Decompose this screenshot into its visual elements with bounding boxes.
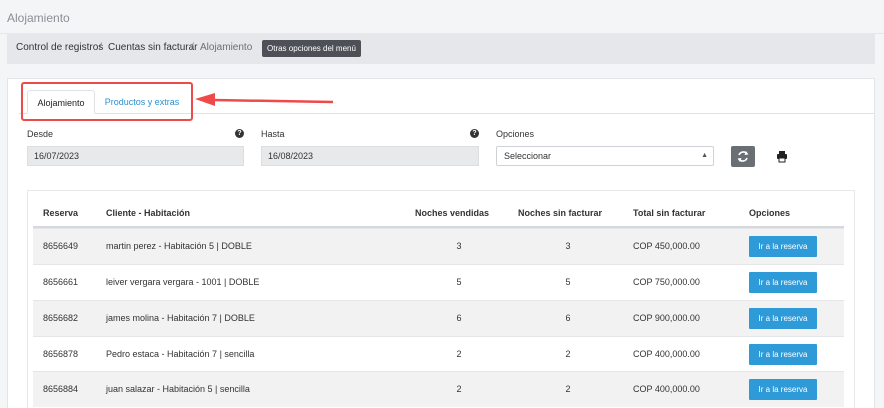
breadcrumb-item-control-registros[interactable]: Control de registros: [16, 42, 103, 53]
page-title: Alojamiento: [7, 11, 70, 25]
cell-noches-vendidas: 2: [456, 349, 462, 359]
go-to-reservation-button[interactable]: Ir a la reserva: [749, 308, 817, 329]
cell-reserva: 8656878: [43, 349, 79, 359]
desde-date-input[interactable]: 16/07/2023: [27, 146, 244, 166]
table-row: 8656649 martin perez - Habitación 5 | DO…: [33, 228, 844, 264]
go-to-reservation-button[interactable]: Ir a la reserva: [749, 379, 817, 400]
cell-cliente: martin perez - Habitación 5 | DOBLE: [106, 241, 252, 251]
refresh-icon: [737, 151, 749, 162]
help-icon[interactable]: ?: [235, 129, 244, 138]
cell-noches-vendidas: 5: [456, 277, 462, 287]
cell-total: COP 400,000.00: [633, 349, 700, 359]
cell-noches-sin-facturar: 2: [565, 349, 571, 359]
cell-reserva: 8656649: [43, 241, 79, 251]
top-bar: Alojamiento: [0, 0, 884, 34]
hasta-label: Hasta: [261, 129, 285, 139]
breadcrumb-item-alojamiento: Alojamiento: [200, 42, 253, 53]
table-row: 8656884 juan salazar - Habitación 5 | se…: [33, 371, 844, 407]
cell-cliente: Pedro estaca - Habitación 7 | sencilla: [106, 349, 255, 359]
help-icon[interactable]: ?: [470, 129, 479, 138]
breadcrumb-separator: /: [99, 42, 102, 53]
table-row: 8656661 leiver vergara vergara - 1001 | …: [33, 264, 844, 300]
cell-cliente: juan salazar - Habitación 5 | sencilla: [106, 384, 250, 394]
annotation-highlight-box: [21, 82, 193, 121]
breadcrumb: Control de registros / Cuentas sin factu…: [7, 34, 875, 64]
go-to-reservation-button[interactable]: Ir a la reserva: [749, 236, 817, 257]
go-to-reservation-button[interactable]: Ir a la reserva: [749, 272, 817, 293]
cell-noches-sin-facturar: 3: [565, 241, 571, 251]
cell-total: COP 750,000.00: [633, 277, 700, 287]
cell-total: COP 400,000.00: [633, 384, 700, 394]
breadcrumb-item-cuentas-sin-facturar[interactable]: Cuentas sin facturar: [108, 42, 198, 53]
breadcrumb-separator: /: [191, 42, 194, 53]
column-header-noches-vendidas: Noches vendidas: [415, 208, 490, 218]
refresh-button[interactable]: [731, 146, 755, 167]
cell-reserva: 8656884: [43, 384, 79, 394]
go-to-reservation-button[interactable]: Ir a la reserva: [749, 344, 817, 365]
cell-cliente: james molina - Habitación 7 | DOBLE: [106, 313, 255, 323]
cell-noches-sin-facturar: 5: [565, 277, 571, 287]
other-menu-options-button[interactable]: Otras opciones del menú: [262, 40, 361, 57]
column-header-opciones: Opciones: [749, 208, 791, 218]
opciones-select-value: Seleccionar: [504, 151, 552, 161]
print-icon: [777, 151, 787, 163]
cell-reserva: 8656682: [43, 313, 79, 323]
desde-label: Desde: [27, 129, 54, 139]
print-button[interactable]: [770, 146, 794, 167]
hasta-date-input[interactable]: 16/08/2023: [261, 146, 479, 166]
cell-noches-vendidas: 6: [456, 313, 462, 323]
cell-noches-vendidas: 2: [456, 384, 462, 394]
cell-cliente: leiver vergara vergara - 1001 | DOBLE: [106, 277, 260, 287]
opciones-select[interactable]: Seleccionar ▲︎: [496, 146, 714, 166]
cell-noches-sin-facturar: 2: [565, 384, 571, 394]
chevron-updown-icon: ▲︎: [701, 152, 708, 159]
table-row: 8656682 james molina - Habitación 7 | DO…: [33, 300, 844, 336]
cell-total: COP 900,000.00: [633, 313, 700, 323]
cell-noches-vendidas: 3: [456, 241, 462, 251]
column-header-cliente: Cliente - Habitación: [106, 208, 191, 218]
cell-reserva: 8656661: [43, 277, 79, 287]
table-row: 8656878 Pedro estaca - Habitación 7 | se…: [33, 336, 844, 372]
cell-noches-sin-facturar: 6: [565, 313, 571, 323]
column-header-total: Total sin facturar: [633, 208, 706, 218]
column-header-noches-sin-facturar: Noches sin facturar: [518, 208, 603, 218]
cell-total: COP 450,000.00: [633, 241, 700, 251]
column-header-reserva: Reserva: [43, 208, 79, 218]
annotation-arrow: [195, 93, 334, 106]
opciones-label: Opciones: [496, 129, 535, 139]
